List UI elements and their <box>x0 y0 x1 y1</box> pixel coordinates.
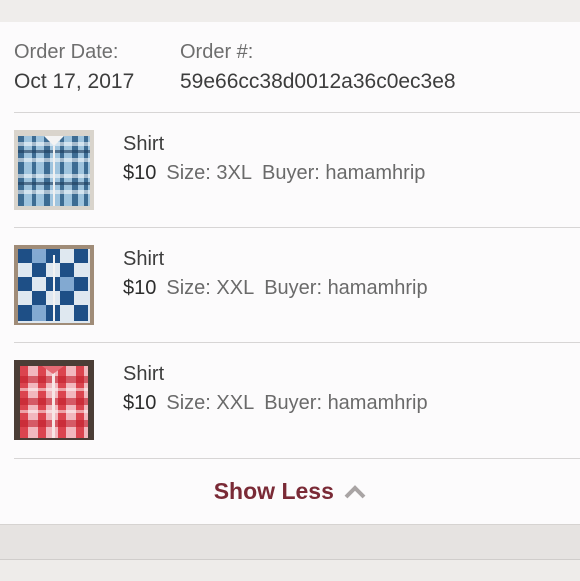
item-buyer: Buyer: hamamhrip <box>264 392 428 414</box>
order-number: Order #: 59e66cc38d0012a36c0ec3e8 <box>180 40 456 95</box>
item-price: $10 <box>123 162 157 184</box>
item-price: $10 <box>123 392 157 414</box>
item-name: Shirt <box>123 363 165 385</box>
item-size: Size: 3XL <box>166 162 252 184</box>
item-price: $10 <box>123 277 157 299</box>
order-date-label: Order Date: <box>14 41 119 63</box>
order-card: Order Date: Oct 17, 2017 Order #: 59e66c… <box>0 22 580 525</box>
show-less-label: Show Less <box>213 478 334 504</box>
list-item[interactable]: Shirt $10 Size: XXL Buyer: hamamhrip <box>14 245 580 327</box>
top-band <box>0 0 580 23</box>
list-item[interactable]: Shirt $10 Size: XXL Buyer: hamamhrip <box>14 360 580 442</box>
order-date: Order Date: Oct 17, 2017 <box>14 40 134 95</box>
divider <box>14 227 580 228</box>
order-number-value: 59e66cc38d0012a36c0ec3e8 <box>180 70 456 93</box>
item-size: Size: XXL <box>166 277 255 299</box>
item-thumbnail[interactable] <box>14 130 94 210</box>
item-thumbnail[interactable] <box>14 245 94 325</box>
item-name: Shirt <box>123 133 165 155</box>
item-details: $10 Size: XXL Buyer: hamamhrip <box>123 276 428 300</box>
item-buyer: Buyer: hamamhrip <box>261 162 426 184</box>
list-item[interactable]: Shirt $10 Size: 3XL Buyer: hamamhrip <box>14 130 580 212</box>
item-size: Size: XXL <box>166 392 255 414</box>
divider <box>14 342 580 343</box>
order-number-label: Order #: <box>180 41 254 63</box>
bottom-band <box>0 525 580 559</box>
order-date-value: Oct 17, 2017 <box>14 70 135 93</box>
bottom-edge <box>0 559 580 581</box>
item-name: Shirt <box>123 248 165 270</box>
show-less-button[interactable]: Show Less <box>0 477 580 505</box>
item-thumbnail[interactable] <box>14 360 94 440</box>
divider <box>14 112 580 113</box>
item-details: $10 Size: XXL Buyer: hamamhrip <box>123 391 428 415</box>
divider <box>14 458 580 459</box>
chevron-up-icon <box>344 477 366 505</box>
item-details: $10 Size: 3XL Buyer: hamamhrip <box>123 161 425 185</box>
item-buyer: Buyer: hamamhrip <box>264 277 428 299</box>
order-header: Order Date: Oct 17, 2017 Order #: 59e66c… <box>14 40 574 120</box>
